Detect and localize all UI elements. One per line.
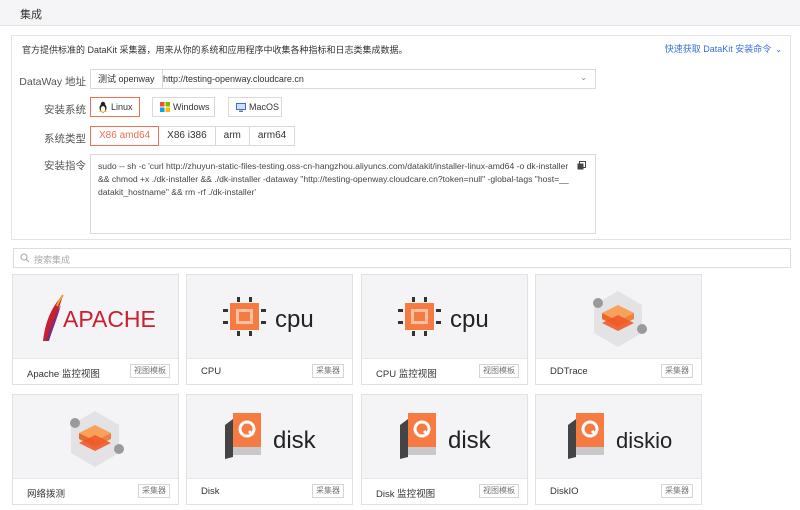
card-tag: 采集器: [661, 484, 693, 498]
card-tag: 视图模板: [479, 484, 519, 498]
integration-card-cpu-view[interactable]: cpu CPU 监控视图 视图模板: [361, 274, 528, 385]
dataway-select[interactable]: 测试 openway http://testing-openway.cloudc…: [90, 69, 596, 89]
os-option-label: Windows: [173, 102, 210, 112]
search-input[interactable]: 搜索集成: [13, 248, 791, 268]
chevron-down-icon: ⌄: [580, 73, 587, 82]
arch-option-x86-amd64[interactable]: X86 amd64: [90, 126, 160, 146]
svg-text:APACHE: APACHE: [63, 306, 156, 332]
quick-install-label: 快速获取 DataKit 安装命令: [664, 44, 772, 54]
card-name: Apache 监控视图: [27, 369, 100, 380]
quick-install-link[interactable]: 快速获取 DataKit 安装命令 ⌄: [665, 42, 782, 55]
os-option-windows[interactable]: Windows: [152, 97, 215, 117]
dataway-url: http://testing-openway.cloudcare.cn: [163, 74, 304, 84]
svg-text:disk: disk: [448, 427, 492, 454]
card-tag: 采集器: [312, 364, 344, 378]
os-label: 安装系统: [44, 104, 86, 116]
arch-option-arm64[interactable]: arm64: [248, 126, 296, 146]
disk-logo: disk: [187, 395, 352, 479]
arch-option-x86-i386[interactable]: X86 i386: [158, 126, 216, 146]
os-option-macos[interactable]: MacOS: [228, 97, 282, 117]
os-option-label: Linux: [111, 102, 133, 112]
integration-card-dialtesting[interactable]: 网络拨测 采集器: [12, 394, 179, 505]
cpu-logo: cpu: [362, 275, 527, 359]
install-command[interactable]: sudo -- sh -c 'curl http://zhuyun-static…: [90, 154, 596, 234]
card-name: Disk 监控视图: [376, 489, 436, 500]
integration-card-cpu[interactable]: cpu CPU 采集器: [186, 274, 353, 385]
dialtesting-logo: [13, 395, 178, 479]
svg-text:cpu: cpu: [450, 306, 489, 333]
arch-label: 系统类型: [44, 133, 86, 145]
card-name: CPU 监控视图: [376, 369, 437, 380]
top-bar: 集成: [0, 0, 800, 26]
install-description: 官方提供标准的 DataKit 采集器，用来从你的系统和应用程序中收集各种指标和…: [22, 45, 408, 55]
windows-icon: [160, 102, 170, 112]
integration-card-diskio[interactable]: diskio DiskIO 采集器: [535, 394, 702, 505]
integration-card-disk-view[interactable]: disk Disk 监控视图 视图模板: [361, 394, 528, 505]
copy-icon[interactable]: [577, 161, 586, 170]
svg-text:disk: disk: [273, 427, 317, 454]
install-panel: 官方提供标准的 DataKit 采集器，用来从你的系统和应用程序中收集各种指标和…: [11, 35, 791, 240]
os-option-linux[interactable]: Linux: [90, 97, 140, 117]
integration-card-disk[interactable]: disk Disk 采集器: [186, 394, 353, 505]
card-name: DDTrace: [550, 366, 588, 377]
diskio-logo: diskio: [536, 395, 701, 479]
card-tag: 采集器: [138, 484, 170, 498]
card-tag: 视图模板: [479, 364, 519, 378]
install-command-text: sudo -- sh -c 'curl http://zhuyun-static…: [98, 161, 569, 197]
svg-text:diskio: diskio: [616, 428, 672, 453]
card-tag: 采集器: [312, 484, 344, 498]
card-tag: 采集器: [661, 364, 693, 378]
search-placeholder: 搜索集成: [34, 255, 71, 265]
ddtrace-logo: [536, 275, 701, 359]
page-title: 集成: [20, 9, 42, 21]
integration-card-ddtrace[interactable]: DDTrace 采集器: [535, 274, 702, 385]
svg-text:cpu: cpu: [275, 306, 314, 333]
command-label: 安装指令: [44, 160, 86, 172]
dataway-label: DataWay 地址: [19, 76, 86, 88]
card-tag: 视图模板: [130, 364, 170, 378]
card-name: 网络拨测: [27, 489, 66, 500]
chevron-down-icon: ⌄: [775, 45, 782, 54]
macos-icon: [236, 103, 246, 112]
cpu-logo: cpu: [187, 275, 352, 359]
arch-option-arm[interactable]: arm: [214, 126, 250, 146]
dataway-tag: 测试 openway: [91, 70, 163, 88]
search-icon: [20, 253, 30, 263]
card-name: Disk: [201, 486, 220, 497]
os-option-label: MacOS: [249, 102, 280, 112]
arch-options: X86 amd64 X86 i386 arm arm64: [90, 126, 296, 146]
integration-card-apache[interactable]: APACHE Apache 监控视图 视图模板: [12, 274, 179, 385]
card-name: CPU: [201, 366, 222, 377]
card-name: DiskIO: [550, 486, 579, 497]
apache-logo: APACHE: [13, 275, 178, 359]
linux-icon: [99, 101, 107, 113]
disk-logo: disk: [362, 395, 527, 479]
